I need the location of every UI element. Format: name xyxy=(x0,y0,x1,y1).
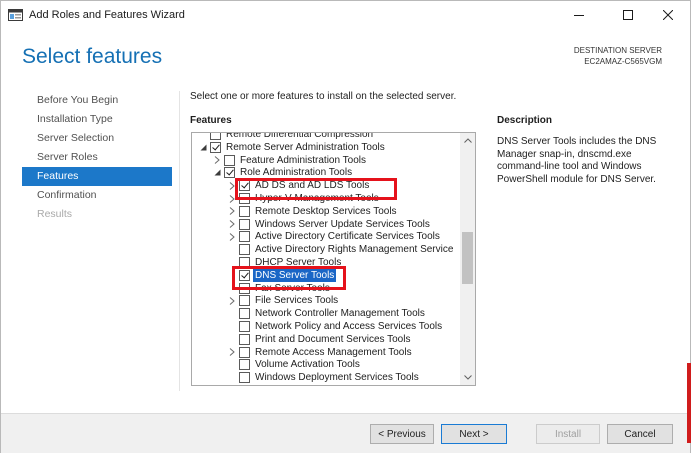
tree-row[interactable]: Remote Differential Compression xyxy=(192,133,460,141)
feature-label[interactable]: Network Policy and Access Services Tools xyxy=(253,320,444,333)
feature-label[interactable]: Remote Server Administration Tools xyxy=(224,141,387,154)
feature-checkbox[interactable] xyxy=(239,231,250,243)
wizard-window: Add Roles and Features Wizard Select fea… xyxy=(0,0,691,453)
feature-label[interactable]: Windows Server Update Services Tools xyxy=(253,218,432,231)
chevron-right-icon[interactable] xyxy=(227,218,237,231)
nav-item-results: Results xyxy=(37,208,73,220)
feature-checkbox[interactable] xyxy=(239,295,250,307)
features-header: Features xyxy=(190,115,232,126)
feature-checkbox[interactable] xyxy=(239,372,250,384)
feature-checkbox[interactable] xyxy=(239,346,250,358)
nav-item-server-selection[interactable]: Server Selection xyxy=(22,129,172,148)
feature-label[interactable]: Volume Activation Tools xyxy=(253,358,362,371)
description-text: DNS Server Tools includes the DNS Manage… xyxy=(497,136,657,185)
scroll-thumb[interactable] xyxy=(462,232,473,284)
tree-row[interactable]: Remote Server Administration Tools xyxy=(192,141,460,154)
tree-row[interactable]: Active Directory Rights Management Servi… xyxy=(192,243,460,256)
chevron-right-icon[interactable] xyxy=(227,346,237,359)
feature-checkbox[interactable] xyxy=(224,154,235,166)
nav-divider xyxy=(179,91,180,391)
tree-scrollbar[interactable] xyxy=(460,133,475,385)
tree-row[interactable]: File Services Tools xyxy=(192,294,460,307)
feature-label[interactable]: Print and Document Services Tools xyxy=(253,333,412,346)
install-button: Install xyxy=(536,424,600,444)
feature-checkbox[interactable] xyxy=(224,167,235,179)
feature-label[interactable]: Feature Administration Tools xyxy=(238,154,368,167)
previous-button[interactable]: < Previous xyxy=(370,424,434,444)
feature-label[interactable]: Active Directory Rights Management Servi… xyxy=(253,243,455,256)
feature-checkbox[interactable] xyxy=(210,141,221,153)
scroll-down-button[interactable] xyxy=(460,370,475,385)
feature-label[interactable]: Remote Access Management Tools xyxy=(253,346,414,359)
tree-row[interactable]: Feature Administration Tools xyxy=(192,154,460,167)
feature-label[interactable]: Network Controller Management Tools xyxy=(253,307,427,320)
server-manager-icon xyxy=(8,9,23,21)
nav-item-features[interactable]: Features xyxy=(22,167,172,186)
feature-label[interactable]: File Services Tools xyxy=(253,294,340,307)
minimize-icon xyxy=(574,10,584,23)
highlight-dns-server-tools xyxy=(232,266,346,290)
maximize-icon xyxy=(623,9,633,23)
nav-item-before-you-begin[interactable]: Before You Begin xyxy=(22,91,172,110)
title-bar: Add Roles and Features Wizard xyxy=(1,1,690,31)
feature-checkbox[interactable] xyxy=(210,133,221,140)
features-tree[interactable]: Remote Differential Compression Remote Se… xyxy=(191,132,476,386)
feature-label[interactable]: Active Directory Certificate Services To… xyxy=(253,230,442,243)
chevron-right-icon[interactable] xyxy=(227,294,237,307)
instruction-text: Select one or more features to install o… xyxy=(190,91,457,102)
feature-checkbox[interactable] xyxy=(239,244,250,256)
page-title: Select features xyxy=(22,45,163,68)
chevron-up-icon xyxy=(463,135,472,146)
chevron-right-icon[interactable] xyxy=(227,205,237,218)
background-window-edge xyxy=(687,363,691,443)
tree-row[interactable]: Windows Server Update Services Tools xyxy=(192,218,460,231)
minimize-button[interactable] xyxy=(557,1,601,31)
chevron-right-icon[interactable] xyxy=(212,154,222,167)
tree-row[interactable]: Print and Document Services Tools xyxy=(192,333,460,346)
highlight-ad-ds-tools xyxy=(235,178,397,200)
nav-item-installation-type[interactable]: Installation Type xyxy=(22,110,172,129)
window-title: Add Roles and Features Wizard xyxy=(29,9,185,21)
next-button[interactable]: Next > xyxy=(441,424,507,444)
chevron-down-icon xyxy=(463,372,472,383)
features-tree-list: Remote Differential Compression Remote Se… xyxy=(192,133,460,385)
tree-row[interactable]: Windows Deployment Services Tools xyxy=(192,371,460,384)
tree-row[interactable]: Active Directory Certificate Services To… xyxy=(192,230,460,243)
wizard-nav: Before You Begin Installation Type Serve… xyxy=(22,91,172,224)
cancel-button[interactable]: Cancel xyxy=(607,424,673,444)
tree-row[interactable]: Remote Access Management Tools xyxy=(192,346,460,359)
feature-checkbox[interactable] xyxy=(239,205,250,217)
destination-server-name: EC2AMAZ-C565VGM xyxy=(584,57,662,66)
maximize-button[interactable] xyxy=(606,1,650,31)
feature-label[interactable]: Windows Deployment Services Tools xyxy=(253,371,421,384)
description-header: Description xyxy=(497,115,553,126)
tree-row[interactable]: Volume Activation Tools xyxy=(192,358,460,371)
feature-label[interactable]: Remote Desktop Services Tools xyxy=(253,205,399,218)
chevron-down-icon[interactable] xyxy=(198,141,208,154)
feature-checkbox[interactable] xyxy=(239,218,250,230)
destination-server-label: DESTINATION SERVER xyxy=(573,46,662,55)
feature-checkbox[interactable] xyxy=(239,333,250,345)
scroll-up-button[interactable] xyxy=(460,133,475,148)
tree-row[interactable]: Remote Desktop Services Tools xyxy=(192,205,460,218)
chevron-down-icon[interactable] xyxy=(212,166,222,179)
feature-label[interactable]: Remote Differential Compression xyxy=(224,133,375,141)
chevron-right-icon[interactable] xyxy=(227,230,237,243)
feature-checkbox[interactable] xyxy=(239,308,250,320)
nav-item-server-roles[interactable]: Server Roles xyxy=(22,148,172,167)
nav-item-confirmation[interactable]: Confirmation xyxy=(22,186,172,205)
feature-checkbox[interactable] xyxy=(239,359,250,371)
feature-checkbox[interactable] xyxy=(239,321,250,332)
tree-row[interactable]: Network Controller Management Tools xyxy=(192,307,460,320)
close-icon xyxy=(662,9,674,23)
close-button[interactable] xyxy=(646,1,690,31)
tree-row[interactable]: Network Policy and Access Services Tools xyxy=(192,320,460,333)
